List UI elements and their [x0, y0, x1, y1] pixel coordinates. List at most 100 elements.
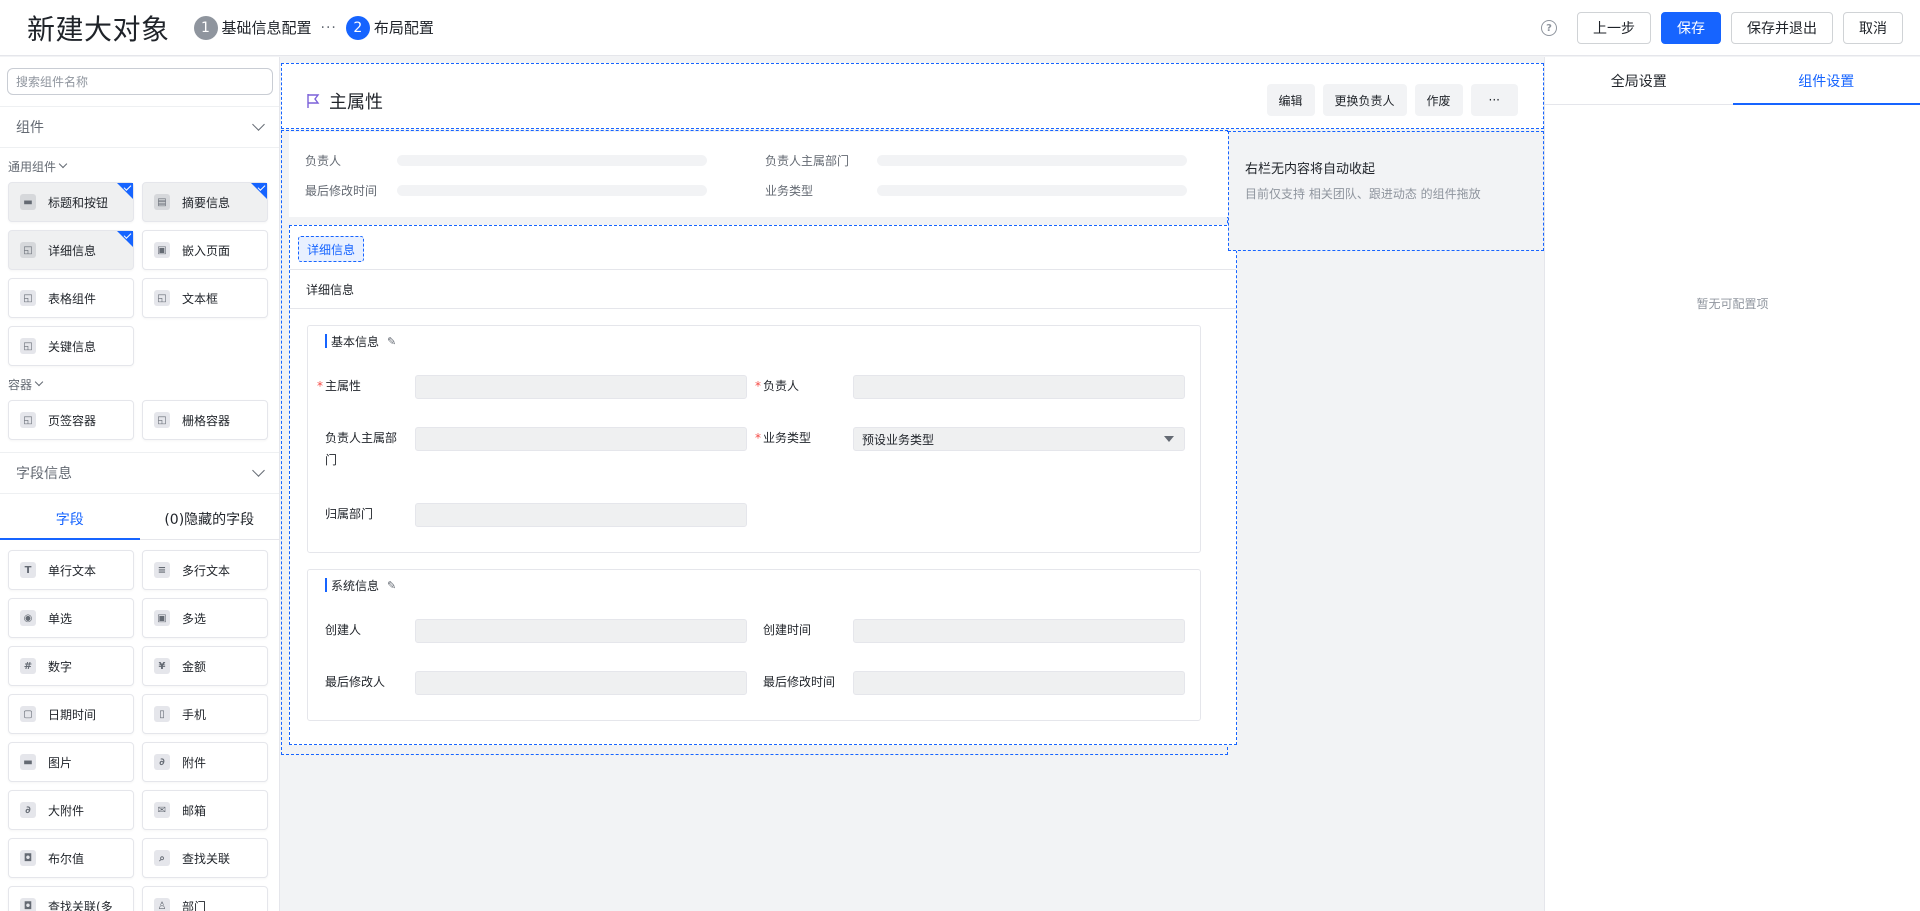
top-actions: ? 上一步 保存 保存并退出 取消 [1541, 12, 1903, 44]
field-type-item[interactable]: ≡ 多行文本 [142, 550, 268, 590]
field-type-item[interactable]: ▬ 图片 [8, 742, 134, 782]
cancel-button[interactable]: 取消 [1843, 12, 1903, 44]
edit-icon[interactable]: ✎ [387, 335, 396, 348]
summary-field-owner: 负责人 [305, 152, 707, 169]
save-exit-button[interactable]: 保存并退出 [1731, 12, 1833, 44]
tab-component-settings[interactable]: 组件设置 [1732, 57, 1920, 105]
field-type-icon: ◉ [20, 610, 36, 626]
field-type-item[interactable]: ¥ 金额 [142, 646, 268, 686]
created-time-input[interactable] [853, 619, 1185, 643]
save-button[interactable]: 保存 [1661, 12, 1721, 44]
tab-hidden-fields[interactable]: (0)隐藏的字段 [140, 498, 280, 539]
field-type-item[interactable]: ✉ 邮箱 [142, 790, 268, 830]
right-column-title: 右栏无内容将自动收起 [1245, 162, 1376, 177]
edit-icon[interactable]: ✎ [387, 579, 396, 592]
field-type-item[interactable]: ∂ 附件 [142, 742, 268, 782]
component-tab-container[interactable]: ◱ 页签容器 [8, 400, 134, 440]
change-owner-button[interactable]: 更换负责人 [1322, 84, 1407, 116]
last-modifier-input[interactable] [415, 671, 747, 695]
field-type-label: 多选 [182, 611, 207, 626]
biz-type-select[interactable]: 预设业务类型 [853, 427, 1185, 451]
field-type-item[interactable]: ♙ 部门 [142, 886, 268, 911]
tab-global-settings[interactable]: 全局设置 [1545, 57, 1733, 104]
grid-container-icon: ◱ [154, 412, 170, 428]
components-section-header[interactable]: 组件 [0, 106, 279, 148]
field-type-item[interactable]: ▯ 手机 [142, 694, 268, 734]
field-type-icon: ▯ [154, 706, 170, 722]
required-marker: * [755, 379, 761, 393]
chevron-down-icon [252, 118, 265, 131]
container-grid: ◱ 页签容器 ◱ 栅格容器 [0, 400, 279, 440]
field-label: * 负责人 [755, 375, 845, 399]
summary-icon: ▤ [154, 194, 170, 210]
field-type-item[interactable]: ▢ 日期时间 [8, 694, 134, 734]
component-sidebar: 搜索组件名称 组件 通用组件 ▬ 标题和按钮 ▤ 摘要信息 ◱ 详细信息 ▣ 嵌入页面 … [0, 57, 280, 911]
summary-field-last-modified: 最后修改时间 [305, 182, 707, 199]
field-type-item[interactable]: T 单行文本 [8, 550, 134, 590]
system-info-section[interactable]: 系统信息 ✎ 创建人 创建时间 最后修改人 最后修改时间 [307, 569, 1201, 721]
main-attr-input[interactable] [415, 375, 747, 399]
prev-step-button[interactable]: 上一步 [1577, 12, 1651, 44]
belong-dept-input[interactable] [415, 503, 747, 527]
creator-input[interactable] [415, 619, 747, 643]
component-key-info[interactable]: ◱ 关键信息 [8, 326, 134, 366]
component-title-buttons[interactable]: ▬ 标题和按钮 [8, 182, 134, 222]
field-type-item[interactable]: ◉ 单选 [8, 598, 134, 638]
field-type-item[interactable]: ▣ 多选 [142, 598, 268, 638]
step-indicator: 1 基础信息配置 ··· 2 布局配置 [193, 15, 434, 40]
field-type-icon: ¥ [154, 658, 170, 674]
field-type-icon: ∂ [20, 802, 36, 818]
detail-card[interactable]: 详细信息 详细信息 基本信息 ✎ * 主属性 * 负责人 负责人主属部门 * 业务类型 … [289, 225, 1237, 745]
field-label-text: 最后修改人 [325, 675, 386, 689]
field-type-label: 图片 [48, 755, 73, 770]
field-type-item[interactable]: ∂ 大附件 [8, 790, 134, 830]
component-search-input[interactable]: 搜索组件名称 [7, 68, 273, 95]
chevron-down-icon [58, 159, 68, 169]
summary-card[interactable]: 负责人 负责人主属部门 最后修改时间 业务类型 [289, 132, 1235, 217]
component-grid-container[interactable]: ◱ 栅格容器 [142, 400, 268, 440]
detail-tab-tag[interactable]: 详细信息 [298, 236, 365, 262]
last-modified-time-input[interactable] [853, 671, 1185, 695]
component-textbox[interactable]: ◱ 文本框 [142, 278, 268, 318]
step-layout[interactable]: 2 布局配置 [345, 15, 434, 40]
tab-container-icon: ◱ [20, 412, 36, 428]
header-card[interactable]: 主属性 编辑 更换负责人 作废 ··· [281, 63, 1544, 129]
component-embed-page[interactable]: ▣ 嵌入页面 [142, 230, 268, 270]
owner-dept-input[interactable] [415, 427, 747, 451]
required-marker: * [317, 379, 323, 393]
container-label[interactable]: 容器 [0, 374, 279, 394]
select-value: 预设业务类型 [862, 432, 935, 447]
summary-label: 负责人 [305, 154, 342, 168]
field-type-icon: ▬ [20, 754, 36, 770]
field-type-item[interactable]: # 数字 [8, 646, 134, 686]
field-label: * 主属性 [317, 375, 407, 399]
field-type-item[interactable]: ◘ 布尔值 [8, 838, 134, 878]
header-title-text: 主属性 [329, 92, 383, 113]
field-label-text: 归属部门 [325, 507, 374, 521]
empty-state-text: 暂无可配置项 [1696, 297, 1769, 311]
detail-icon: ◱ [20, 242, 36, 258]
field-label-text: 负责人主属部 [325, 431, 398, 445]
tab-fields[interactable]: 字段 [0, 498, 140, 540]
basic-info-section[interactable]: 基本信息 ✎ * 主属性 * 负责人 负责人主属部门 * 业务类型 预设业务类型 归属部… [307, 325, 1201, 553]
required-marker: * [755, 431, 761, 445]
component-summary[interactable]: ▤ 摘要信息 [142, 182, 268, 222]
common-components-label[interactable]: 通用组件 [0, 156, 279, 176]
field-label: 最后修改时间 [763, 671, 845, 695]
more-button[interactable]: ··· [1470, 84, 1518, 116]
void-button[interactable]: 作废 [1414, 84, 1463, 116]
owner-input[interactable] [853, 375, 1185, 399]
help-icon[interactable]: ? [1541, 20, 1557, 36]
field-label-text: 门 [325, 453, 338, 467]
fields-section-header[interactable]: 字段信息 [0, 452, 279, 494]
component-table[interactable]: ◱ 表格组件 [8, 278, 134, 318]
field-type-label: 大附件 [48, 803, 85, 818]
group-label-text: 通用组件 [8, 159, 57, 174]
step-basic-info[interactable]: 1 基础信息配置 [193, 15, 312, 40]
flag-icon [307, 94, 320, 108]
right-column-dropzone[interactable]: 右栏无内容将自动收起 目前仅支持 相关团队、跟进动态 的组件拖放 [1228, 131, 1544, 251]
component-detail[interactable]: ◱ 详细信息 [8, 230, 134, 270]
field-type-item[interactable]: ⌕ 查找关联 [142, 838, 268, 878]
field-type-item[interactable]: ◘ 查找关联(多 [8, 886, 134, 911]
edit-button[interactable]: 编辑 [1266, 84, 1315, 116]
